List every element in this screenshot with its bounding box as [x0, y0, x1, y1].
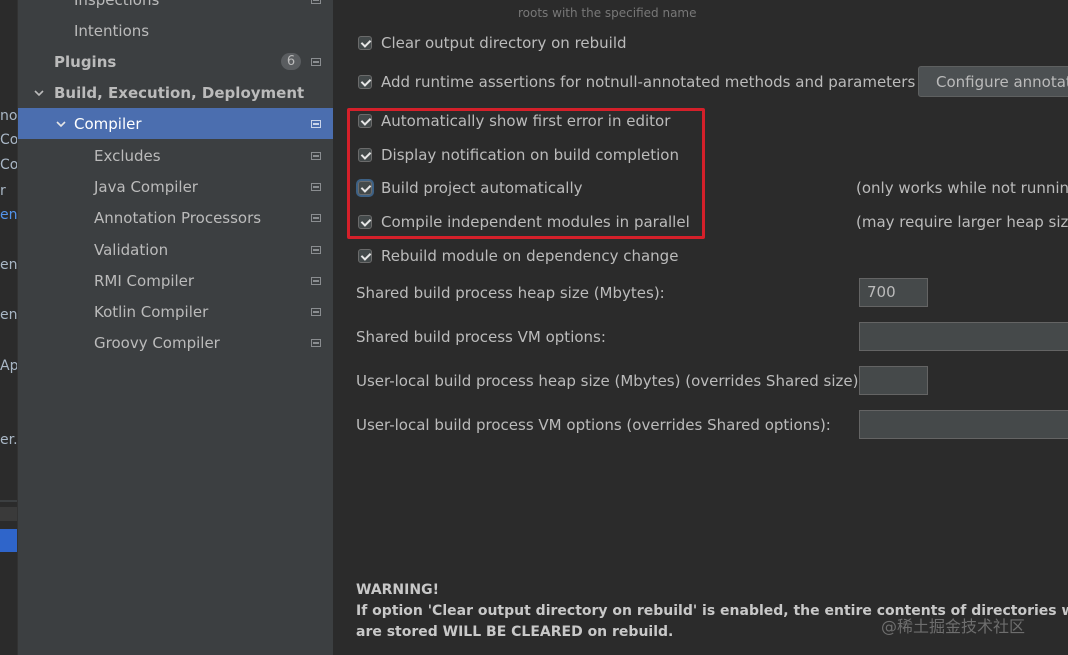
sidebar-item-label: Inspections	[74, 0, 159, 9]
project-level-icon	[311, 276, 321, 285]
background-text: ent	[0, 307, 17, 323]
panel-divider	[0, 500, 17, 502]
settings-window: nor Co Co r ent ent ent Ap er.x Inspecti…	[0, 0, 1068, 655]
plugins-update-badge: 6	[281, 53, 301, 70]
chevron-down-icon[interactable]	[34, 88, 44, 98]
checkbox-checked-icon[interactable]	[358, 249, 372, 263]
checkbox-checked-icon[interactable]	[358, 75, 372, 89]
background-text: ent	[0, 207, 17, 223]
background-text: Ap	[0, 358, 17, 374]
vm-options-label: Shared build process VM options:	[356, 328, 606, 346]
warning-text-line-2: are stored WILL BE CLEARED on rebuild.	[356, 624, 674, 640]
chevron-down-icon[interactable]	[56, 119, 66, 129]
sidebar-item-validation[interactable]: Validation	[18, 234, 333, 265]
sidebar-item-annotation-processors[interactable]: Annotation Processors	[18, 202, 333, 233]
sidebar-item-kotlin-compiler[interactable]: Kotlin Compiler	[18, 296, 333, 327]
sidebar-item-rmi-compiler[interactable]: RMI Compiler	[18, 265, 333, 296]
hint-text: roots with the specified name	[518, 6, 697, 20]
sidebar-item-label: Java Compiler	[94, 177, 198, 196]
parallel-compile-note: (may require larger heap size)	[856, 213, 1068, 231]
build-automatically-note: (only works while not running / debuggin…	[856, 179, 1068, 197]
vm-options-input[interactable]	[859, 322, 1068, 351]
user-vm-options-label: User-local build process VM options (ove…	[356, 416, 831, 434]
background-highlight-row	[0, 507, 17, 521]
compiler-settings-panel: roots with the specified name Clear outp…	[333, 0, 1068, 655]
background-selected-row	[0, 529, 17, 552]
sidebar-item-label: Plugins	[54, 52, 117, 71]
sidebar-item-label: RMI Compiler	[94, 271, 195, 290]
project-level-icon	[311, 0, 321, 4]
sidebar-item-inspections[interactable]: Inspections	[18, 0, 333, 15]
project-level-icon	[311, 213, 321, 222]
sidebar-item-compiler[interactable]: Compiler	[18, 108, 333, 139]
project-level-icon	[311, 307, 321, 316]
sidebar-item-excludes[interactable]: Excludes	[18, 140, 333, 171]
project-level-icon	[311, 119, 321, 128]
background-text: Co	[0, 157, 17, 173]
project-level-icon	[311, 338, 321, 347]
background-text: Co	[0, 132, 17, 148]
background-text: er.x	[0, 432, 17, 448]
checkbox-label: Rebuild module on dependency change	[381, 247, 679, 265]
sidebar-item-intentions[interactable]: Intentions	[18, 15, 333, 46]
background-text: r	[0, 183, 6, 199]
checkbox-label: Add runtime assertions for notnull-annot…	[381, 73, 916, 91]
sidebar-item-groovy-compiler[interactable]: Groovy Compiler	[18, 327, 333, 358]
background-text: ent	[0, 257, 17, 273]
sidebar-item-label: Excludes	[94, 146, 161, 165]
configure-annotations-button[interactable]: Configure annotations...	[918, 66, 1068, 97]
sidebar-item-label: Annotation Processors	[94, 208, 262, 227]
sidebar-item-label: Compiler	[74, 114, 142, 133]
clear-output-checkbox[interactable]: Clear output directory on rebuild	[358, 31, 627, 55]
runtime-assertions-checkbox[interactable]: Add runtime assertions for notnull-annot…	[358, 70, 915, 94]
rebuild-on-dependency-checkbox[interactable]: Rebuild module on dependency change	[358, 244, 678, 268]
project-level-icon	[311, 151, 321, 160]
sidebar-item-label: Groovy Compiler	[94, 333, 220, 352]
checkbox-checked-icon[interactable]	[358, 36, 372, 50]
sidebar-item-java-compiler[interactable]: Java Compiler	[18, 171, 333, 202]
project-level-icon	[311, 57, 321, 66]
background-editor-panel: nor Co Co r ent ent ent Ap er.x	[0, 0, 17, 655]
sidebar-item-label: Validation	[94, 240, 169, 259]
user-heap-size-input[interactable]	[859, 366, 928, 395]
checkbox-label: Clear output directory on rebuild	[381, 34, 627, 52]
heap-size-label: Shared build process heap size (Mbytes):	[356, 284, 665, 302]
sidebar-item-label: Intentions	[74, 21, 150, 40]
project-level-icon	[311, 182, 321, 191]
watermark: @稀土掘金技术社区	[881, 617, 1026, 636]
highlight-annotation-box	[347, 108, 705, 239]
user-heap-size-label: User-local build process heap size (Mbyt…	[356, 372, 864, 390]
settings-sidebar: Inspections Intentions Plugins 6 Build, …	[17, 0, 333, 655]
sidebar-item-build-execution-deployment[interactable]: Build, Execution, Deployment	[18, 77, 333, 108]
sidebar-item-label: Kotlin Compiler	[94, 302, 209, 321]
warning-title: WARNING!	[356, 582, 439, 598]
user-vm-options-input[interactable]	[859, 410, 1068, 439]
sidebar-item-plugins[interactable]: Plugins 6	[18, 46, 333, 77]
sidebar-item-label: Build, Execution, Deployment	[54, 83, 305, 102]
project-level-icon	[311, 245, 321, 254]
background-text: nor	[0, 108, 17, 124]
heap-size-input[interactable]: 700	[859, 278, 928, 307]
